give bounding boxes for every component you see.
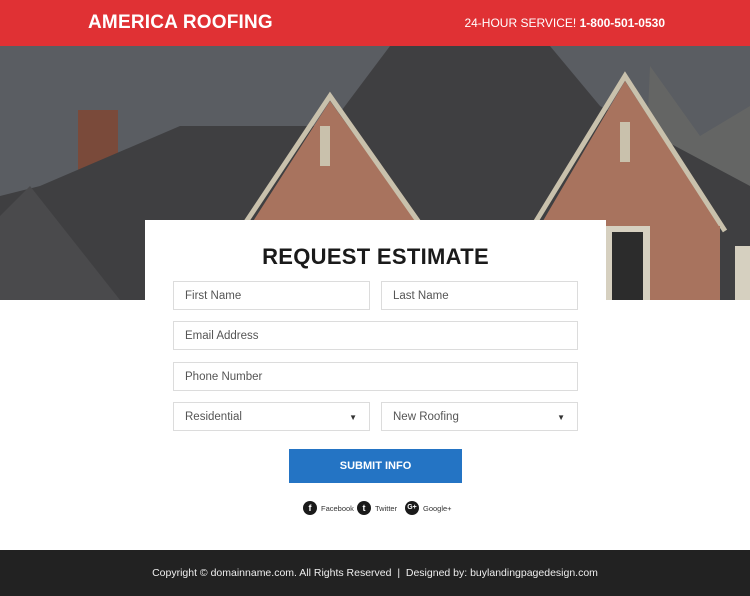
- service-type-select[interactable]: New Roofing ▼: [381, 402, 578, 431]
- last-name-placeholder: Last Name: [393, 290, 449, 302]
- google-plus-icon: G+: [405, 501, 419, 515]
- social-link-facebook[interactable]: f Facebook: [303, 500, 354, 516]
- social-link-twitter[interactable]: t Twitter: [357, 500, 397, 516]
- footer: Copyright © domainname.com. All Rights R…: [0, 550, 750, 596]
- last-name-input[interactable]: Last Name: [381, 281, 578, 310]
- social-label: Google+: [423, 503, 452, 513]
- phone-number[interactable]: 1-800-501-0530: [580, 16, 665, 30]
- service-label: 24-HOUR SERVICE!: [464, 16, 577, 30]
- phone-input[interactable]: Phone Number: [173, 362, 578, 391]
- dropdown-arrow-icon: ▼: [349, 413, 357, 422]
- submit-button[interactable]: SUBMIT INFO: [289, 449, 462, 483]
- property-type-select[interactable]: Residential ▼: [173, 402, 370, 431]
- first-name-input[interactable]: First Name: [173, 281, 370, 310]
- header-bar: AMERICA ROOFING 24-HOUR SERVICE! 1-800-5…: [0, 0, 750, 46]
- copyright-text: Copyright © domainname.com. All Rights R…: [152, 567, 598, 579]
- email-placeholder: Email Address: [185, 330, 259, 342]
- service-info: 24-HOUR SERVICE! 1-800-501-0530: [464, 16, 665, 30]
- phone-placeholder: Phone Number: [185, 371, 263, 383]
- email-input[interactable]: Email Address: [173, 321, 578, 350]
- social-link-google-plus[interactable]: G+ Google+: [405, 500, 452, 516]
- service-type-value: New Roofing: [393, 411, 459, 423]
- social-label: Facebook: [321, 503, 354, 513]
- facebook-icon: f: [303, 501, 317, 515]
- social-label: Twitter: [375, 503, 398, 513]
- brand-logo[interactable]: AMERICA ROOFING: [88, 12, 273, 34]
- form-title: REQUEST ESTIMATE: [262, 244, 489, 269]
- dropdown-arrow-icon: ▼: [557, 413, 565, 422]
- property-type-value: Residential: [185, 411, 242, 423]
- first-name-placeholder: First Name: [185, 290, 242, 302]
- twitter-icon: t: [357, 501, 371, 515]
